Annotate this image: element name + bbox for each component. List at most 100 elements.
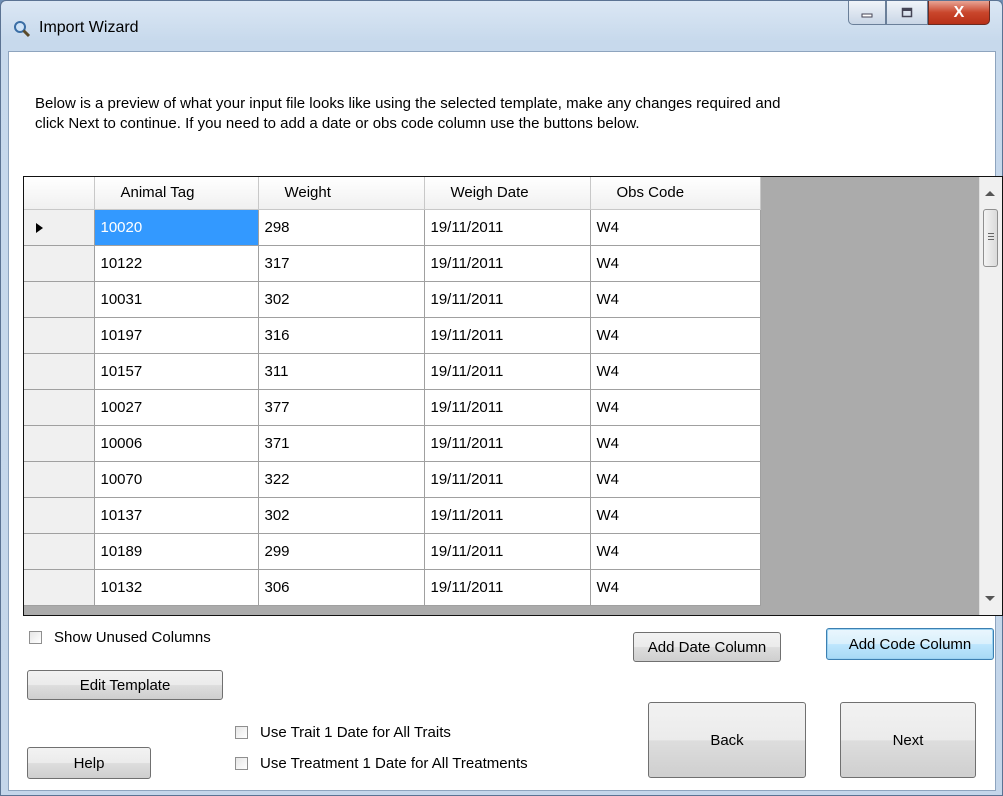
scroll-thumb[interactable] (983, 209, 998, 267)
weigh-date-cell[interactable]: 19/11/2011 (424, 389, 591, 426)
animal-tag-cell[interactable]: 10189 (94, 533, 259, 570)
table-row[interactable]: 10132 306 19/11/2011 W4 (24, 569, 761, 606)
show-unused-columns-option[interactable]: Show Unused Columns (29, 629, 211, 646)
weigh-date-cell[interactable]: 19/11/2011 (424, 461, 591, 498)
table-row[interactable]: 10122 317 19/11/2011 W4 (24, 245, 761, 282)
column-header-weight[interactable]: Weight (258, 177, 425, 210)
animal-tag-cell[interactable]: 10157 (94, 353, 259, 390)
weight-cell[interactable]: 298 (258, 209, 425, 246)
obs-code-cell[interactable]: W4 (590, 281, 761, 318)
animal-tag-cell[interactable]: 10006 (94, 425, 259, 462)
obs-code-cell[interactable]: W4 (590, 317, 761, 354)
table-row[interactable]: 10027 377 19/11/2011 W4 (24, 389, 761, 426)
animal-tag-cell[interactable]: 10132 (94, 569, 259, 606)
weigh-date-cell[interactable]: 19/11/2011 (424, 209, 591, 246)
obs-code-cell[interactable]: W4 (590, 245, 761, 282)
grid-corner-header[interactable] (24, 177, 95, 210)
use-trait-date-checkbox[interactable] (235, 726, 248, 739)
row-header[interactable] (24, 461, 95, 498)
preview-data-grid[interactable]: Animal Tag Weight Weigh Date Obs Code 10… (23, 176, 1003, 616)
weigh-date-cell[interactable]: 19/11/2011 (424, 425, 591, 462)
row-header[interactable] (24, 317, 95, 354)
animal-tag-cell[interactable]: 10122 (94, 245, 259, 282)
caption-buttons: X (848, 1, 990, 27)
animal-tag-cell[interactable]: 10020 (94, 209, 259, 246)
help-button[interactable]: Help (27, 747, 151, 779)
close-button[interactable]: X (928, 1, 990, 25)
animal-tag-cell[interactable]: 10137 (94, 497, 259, 534)
row-header[interactable] (24, 569, 95, 606)
weight-cell[interactable]: 317 (258, 245, 425, 282)
grid-table: Animal Tag Weight Weigh Date Obs Code 10… (24, 177, 761, 606)
show-unused-columns-checkbox[interactable] (29, 631, 42, 644)
table-row[interactable]: 10070 322 19/11/2011 W4 (24, 461, 761, 498)
column-header-weigh-date[interactable]: Weigh Date (424, 177, 591, 210)
maximize-icon (901, 7, 913, 18)
animal-tag-cell[interactable]: 10197 (94, 317, 259, 354)
column-header-obs-code[interactable]: Obs Code (590, 177, 761, 210)
obs-code-cell[interactable]: W4 (590, 569, 761, 606)
obs-code-cell[interactable]: W4 (590, 461, 761, 498)
obs-code-cell[interactable]: W4 (590, 533, 761, 570)
row-header[interactable] (24, 209, 95, 246)
weight-cell[interactable]: 299 (258, 533, 425, 570)
obs-code-cell[interactable]: W4 (590, 209, 761, 246)
weight-cell[interactable]: 302 (258, 497, 425, 534)
table-row[interactable]: 10006 371 19/11/2011 W4 (24, 425, 761, 462)
scroll-up-icon[interactable] (985, 191, 995, 196)
weigh-date-cell[interactable]: 19/11/2011 (424, 569, 591, 606)
animal-tag-cell[interactable]: 10027 (94, 389, 259, 426)
weigh-date-cell[interactable]: 19/11/2011 (424, 281, 591, 318)
scroll-down-icon[interactable] (985, 596, 995, 601)
minimize-button[interactable] (848, 1, 886, 25)
back-button[interactable]: Back (648, 702, 806, 778)
weight-cell[interactable]: 377 (258, 389, 425, 426)
weigh-date-cell[interactable]: 19/11/2011 (424, 533, 591, 570)
row-header[interactable] (24, 425, 95, 462)
row-header[interactable] (24, 245, 95, 282)
table-row[interactable]: 10189 299 19/11/2011 W4 (24, 533, 761, 570)
table-row[interactable]: 10031 302 19/11/2011 W4 (24, 281, 761, 318)
grid-vertical-scrollbar[interactable] (979, 177, 1002, 615)
instructions-line-1: Below is a preview of what your input fi… (35, 95, 781, 112)
use-treatment-date-checkbox[interactable] (235, 757, 248, 770)
table-row[interactable]: 10157 311 19/11/2011 W4 (24, 353, 761, 390)
weigh-date-cell[interactable]: 19/11/2011 (424, 353, 591, 390)
obs-code-cell[interactable]: W4 (590, 425, 761, 462)
table-row[interactable]: 10137 302 19/11/2011 W4 (24, 497, 761, 534)
weight-cell[interactable]: 322 (258, 461, 425, 498)
use-treatment-date-option[interactable]: Use Treatment 1 Date for All Treatments (235, 755, 528, 772)
instructions-line-2: click Next to continue. If you need to a… (35, 115, 640, 132)
weight-cell[interactable]: 316 (258, 317, 425, 354)
row-header[interactable] (24, 497, 95, 534)
weight-cell[interactable]: 311 (258, 353, 425, 390)
animal-tag-cell[interactable]: 10070 (94, 461, 259, 498)
maximize-button[interactable] (886, 1, 928, 25)
import-wizard-window: Import Wizard X Below is a preview of wh… (0, 0, 1003, 796)
add-code-column-button[interactable]: Add Code Column (826, 628, 994, 660)
edit-template-button[interactable]: Edit Template (27, 670, 223, 700)
add-date-column-button[interactable]: Add Date Column (633, 632, 781, 662)
obs-code-cell[interactable]: W4 (590, 353, 761, 390)
row-header[interactable] (24, 281, 95, 318)
table-row[interactable]: 10020 298 19/11/2011 W4 (24, 209, 761, 246)
weigh-date-cell[interactable]: 19/11/2011 (424, 497, 591, 534)
weight-cell[interactable]: 371 (258, 425, 425, 462)
weight-cell[interactable]: 302 (258, 281, 425, 318)
table-row[interactable]: 10197 316 19/11/2011 W4 (24, 317, 761, 354)
weigh-date-cell[interactable]: 19/11/2011 (424, 317, 591, 354)
column-header-animal-tag[interactable]: Animal Tag (94, 177, 259, 210)
next-button[interactable]: Next (840, 702, 976, 778)
obs-code-cell[interactable]: W4 (590, 497, 761, 534)
weigh-date-cell[interactable]: 19/11/2011 (424, 245, 591, 282)
use-trait-date-option[interactable]: Use Trait 1 Date for All Traits (235, 724, 451, 741)
row-header[interactable] (24, 353, 95, 390)
weight-cell[interactable]: 306 (258, 569, 425, 606)
row-header[interactable] (24, 389, 95, 426)
instructions-text: Below is a preview of what your input fi… (35, 94, 955, 134)
magnifier-app-icon (14, 21, 31, 38)
animal-tag-cell[interactable]: 10031 (94, 281, 259, 318)
wizard-client-area: Below is a preview of what your input fi… (8, 51, 1003, 791)
obs-code-cell[interactable]: W4 (590, 389, 761, 426)
row-header[interactable] (24, 533, 95, 570)
